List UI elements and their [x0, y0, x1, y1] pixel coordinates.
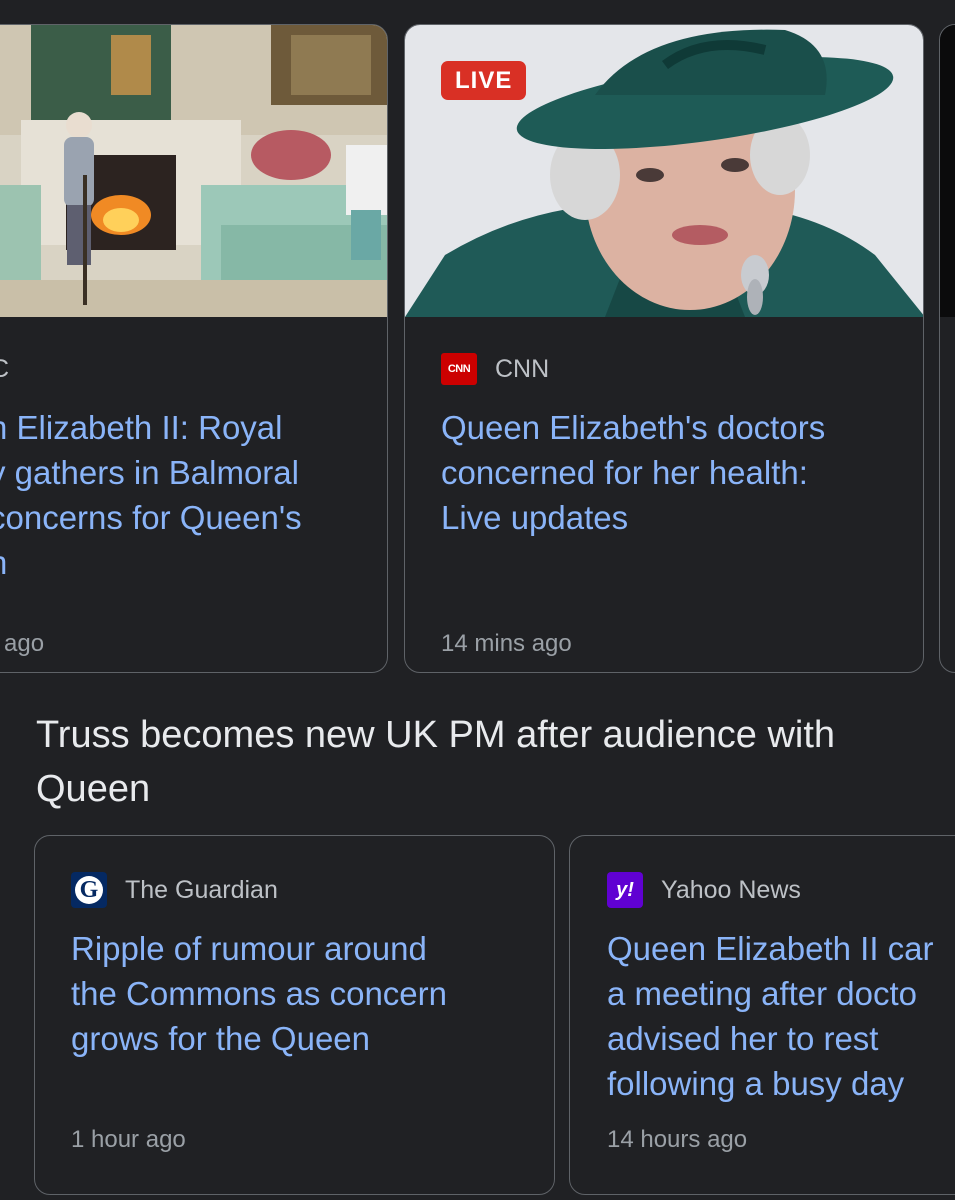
headline-line[interactable]: Queen Elizabeth's doctors — [441, 405, 825, 450]
headline-line[interactable]: concerns for Queen's — [0, 495, 302, 540]
headline-line[interactable]: advised her to rest — [607, 1016, 878, 1061]
headline-line[interactable]: a meeting after docto — [607, 971, 917, 1016]
yahoo-logo-icon: y! — [607, 872, 643, 908]
news-card-peek[interactable] — [939, 24, 955, 673]
source-name: CNN — [495, 354, 550, 383]
headline-line[interactable]: n Elizabeth II: Royal — [0, 405, 283, 450]
timestamp: 14 mins ago — [441, 630, 572, 657]
headline-line[interactable]: grows for the Queen — [71, 1016, 370, 1061]
news-card-balmoral[interactable]: C n Elizabeth II: Royal y gathers in Bal… — [0, 24, 388, 673]
headline-line[interactable]: y gathers in Balmoral — [0, 450, 299, 495]
source-row: C — [0, 355, 9, 384]
news-feed: C n Elizabeth II: Royal y gathers in Bal… — [0, 0, 955, 1200]
article-thumbnail — [0, 25, 387, 317]
headline-line[interactable]: n — [0, 540, 7, 585]
source-row: CNN CNN — [441, 353, 549, 385]
source-row: y! Yahoo News — [607, 872, 801, 908]
headline-line[interactable]: the Commons as concern — [71, 971, 447, 1016]
timestamp: 1 hour ago — [71, 1126, 186, 1153]
article-thumbnail — [940, 25, 955, 317]
guardian-logo-icon: G — [71, 872, 107, 908]
source-name: The Guardian — [125, 875, 278, 904]
cnn-logo-icon: CNN — [441, 353, 477, 385]
headline-line[interactable]: following a busy day — [607, 1061, 904, 1106]
timestamp: 14 hours ago — [607, 1126, 748, 1153]
source-name: Yahoo News — [661, 875, 801, 904]
headline-line[interactable]: Ripple of rumour around — [71, 926, 427, 971]
news-card-guardian[interactable]: G The Guardian Ripple of rumour around t… — [34, 835, 555, 1195]
live-badge: LIVE — [441, 61, 527, 100]
guardian-logo-letter: G — [75, 876, 103, 904]
headline-line[interactable]: concerned for her health: — [441, 450, 808, 495]
headline-line[interactable]: Queen Elizabeth II car — [607, 926, 934, 971]
source-name: C — [0, 355, 9, 384]
story-cluster-title[interactable]: Truss becomes new UK PM after audience w… — [36, 708, 936, 816]
source-row: G The Guardian — [71, 872, 278, 908]
timestamp: ago — [4, 630, 45, 657]
headline-line[interactable]: Live updates — [441, 495, 628, 540]
news-card-yahoo[interactable]: y! Yahoo News Queen Elizabeth II car a m… — [569, 835, 955, 1195]
news-card-cnn[interactable]: LIVE CNN CNN Queen Elizabeth's doctors c… — [404, 24, 924, 673]
